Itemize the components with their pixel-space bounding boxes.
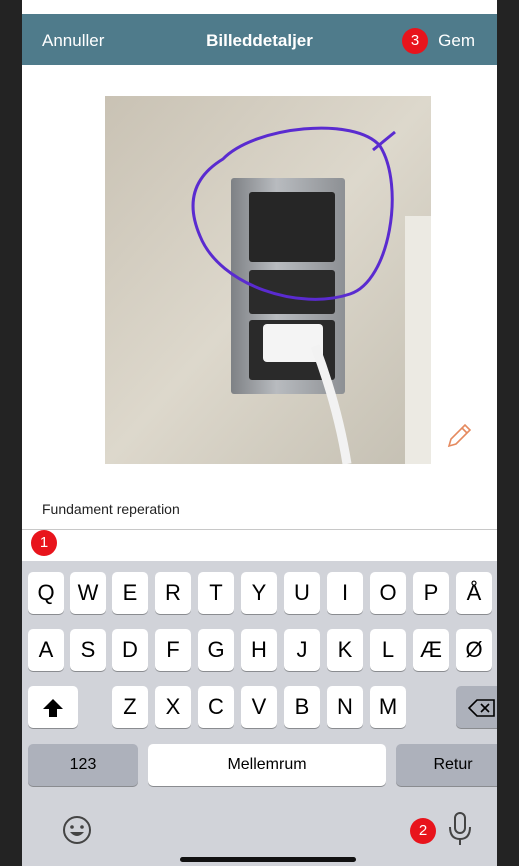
- backspace-key[interactable]: [456, 686, 497, 728]
- annotation-badge-2: 2: [410, 818, 436, 844]
- key-l[interactable]: L: [370, 629, 406, 671]
- key-v[interactable]: V: [241, 686, 277, 728]
- key-r[interactable]: R: [155, 572, 191, 614]
- key-u[interactable]: U: [284, 572, 320, 614]
- shift-icon: [43, 699, 63, 718]
- backspace-icon: [467, 699, 495, 717]
- save-button[interactable]: Gem: [438, 31, 475, 51]
- key-y[interactable]: Y: [241, 572, 277, 614]
- key-a-ring[interactable]: Å: [456, 572, 492, 614]
- key-j[interactable]: J: [284, 629, 320, 671]
- description-input[interactable]: [22, 530, 497, 560]
- key-t[interactable]: T: [198, 572, 234, 614]
- key-o-slash[interactable]: Ø: [456, 629, 492, 671]
- key-h[interactable]: H: [241, 629, 277, 671]
- status-bar: [22, 0, 497, 14]
- key-k[interactable]: K: [327, 629, 363, 671]
- return-key[interactable]: Retur: [396, 744, 497, 786]
- key-o[interactable]: O: [370, 572, 406, 614]
- key-i[interactable]: I: [327, 572, 363, 614]
- key-e[interactable]: E: [112, 572, 148, 614]
- cancel-button[interactable]: Annuller: [42, 31, 104, 51]
- numbers-key[interactable]: 123: [28, 744, 138, 786]
- right-background: [497, 0, 519, 866]
- key-f[interactable]: F: [155, 629, 191, 671]
- key-a[interactable]: A: [28, 629, 64, 671]
- key-x[interactable]: X: [155, 686, 191, 728]
- key-p[interactable]: P: [413, 572, 449, 614]
- annotation-badge-3: 3: [402, 28, 428, 54]
- key-d[interactable]: D: [112, 629, 148, 671]
- emoji-icon[interactable]: [61, 814, 93, 846]
- navigation-bar: Annuller Billeddetaljer 3 Gem: [22, 14, 497, 65]
- key-q[interactable]: Q: [28, 572, 64, 614]
- home-indicator: [180, 857, 356, 862]
- space-key[interactable]: Mellemrum: [148, 744, 386, 786]
- image-caption: Fundament reperation: [42, 501, 180, 517]
- key-s[interactable]: S: [70, 629, 106, 671]
- annotation-badge-1: 1: [31, 530, 57, 556]
- photo[interactable]: [105, 96, 431, 465]
- shift-key[interactable]: [28, 686, 78, 728]
- socket-photo-drawing: [105, 96, 431, 465]
- key-ae[interactable]: Æ: [413, 629, 449, 671]
- phone-screen: Annuller Billeddetaljer 3 Gem Fundament …: [22, 0, 497, 866]
- key-b[interactable]: B: [284, 686, 320, 728]
- pencil-icon[interactable]: [443, 420, 475, 452]
- microphone-icon[interactable]: [447, 811, 473, 847]
- key-w[interactable]: W: [70, 572, 106, 614]
- key-m[interactable]: M: [370, 686, 406, 728]
- key-z[interactable]: Z: [112, 686, 148, 728]
- key-g[interactable]: G: [198, 629, 234, 671]
- key-c[interactable]: C: [198, 686, 234, 728]
- keyboard: Q W E R T Y U I O P Å A S D F G H J K L …: [22, 561, 497, 866]
- key-n[interactable]: N: [327, 686, 363, 728]
- left-background: [0, 0, 22, 866]
